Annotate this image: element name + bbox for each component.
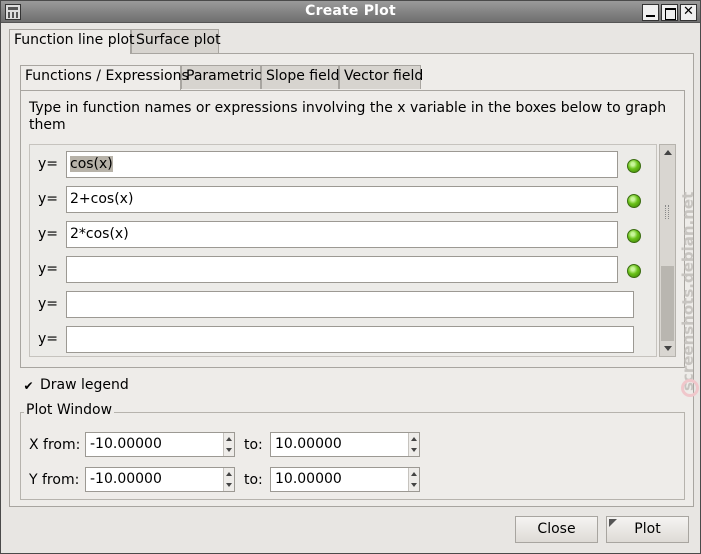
close-window-button[interactable]: ✕ — [680, 4, 697, 21]
y-label: y= — [38, 226, 59, 242]
active-indicator-icon — [627, 194, 641, 208]
scroll-thumb[interactable] — [661, 266, 674, 341]
functions-panel: Type in function names or expressions in… — [20, 90, 685, 368]
draw-legend-label: Draw legend — [40, 377, 129, 393]
y-range-row: Y from: -10.00000 to: 10.00000 — [21, 467, 686, 494]
y-to-value: 10.00000 — [275, 471, 342, 487]
function-row: y= 2*cos(x) — [30, 218, 656, 253]
plot-window-group: Plot Window X from: -10.00000 to: 10.000… — [20, 402, 686, 500]
minimize-button[interactable] — [642, 4, 659, 21]
x-from-value: -10.00000 — [90, 436, 162, 452]
tab-label: Surface plot — [136, 32, 221, 48]
close-button[interactable]: Close — [515, 516, 598, 543]
tab-label: Vector field — [344, 68, 424, 84]
tab-slope-field[interactable]: Slope field — [261, 65, 340, 89]
function-input[interactable] — [66, 326, 634, 353]
tab-function-line-plot[interactable]: Function line plot — [9, 29, 135, 54]
function-input[interactable] — [66, 256, 618, 283]
tab-label: Slope field — [266, 68, 340, 84]
maximize-button[interactable] — [661, 4, 678, 21]
function-input[interactable]: cos(x) — [66, 151, 618, 178]
tab-parametric[interactable]: Parametric — [181, 65, 262, 89]
function-input[interactable] — [66, 291, 634, 318]
plot-window-title: Plot Window — [24, 402, 115, 418]
x-to-label: to: — [244, 437, 263, 453]
tab-label: Parametric — [186, 68, 262, 84]
active-indicator-icon — [627, 264, 641, 278]
spin-arrows-icon[interactable] — [223, 433, 234, 456]
function-input-value: cos(x) — [70, 156, 113, 172]
function-row: y= — [30, 253, 656, 288]
watermark-text: screenshots.debian.net — [679, 191, 697, 391]
tab-vector-field[interactable]: Vector field — [339, 65, 424, 89]
tab-functions-expressions[interactable]: Functions / Expressions — [20, 65, 189, 90]
tab-label: Function line plot — [14, 32, 135, 48]
y-to-label: to: — [244, 472, 263, 488]
function-list-scrollbar[interactable] — [659, 144, 676, 357]
scroll-down-arrow-icon[interactable] — [662, 343, 673, 354]
function-line-plot-panel: Functions / Expressions Parametric Slope… — [9, 53, 694, 507]
window-title: Create Plot — [305, 3, 396, 19]
active-indicator-icon — [627, 229, 641, 243]
tab-surface-plot[interactable]: Surface plot — [131, 29, 221, 53]
scroll-up-arrow-icon[interactable] — [662, 147, 673, 158]
y-label: y= — [38, 296, 59, 312]
spin-arrows-icon[interactable] — [408, 468, 419, 491]
function-row: y= cos(x) — [30, 148, 656, 183]
instructions-text: Type in function names or expressions in… — [29, 100, 667, 133]
spin-arrows-icon[interactable] — [408, 433, 419, 456]
function-input[interactable]: 2*cos(x) — [66, 221, 618, 248]
y-label: y= — [38, 191, 59, 207]
y-label: y= — [38, 156, 59, 172]
x-to-spinbox[interactable]: 10.00000 — [270, 432, 420, 457]
active-indicator-icon — [627, 159, 641, 173]
x-range-row: X from: -10.00000 to: 10.00000 — [21, 432, 686, 459]
title-bar[interactable]: Create Plot ✕ — [1, 1, 700, 23]
debian-logo-icon — [681, 379, 699, 397]
create-plot-window: Create Plot ✕ Function line plot Surface… — [0, 0, 701, 554]
y-label: y= — [38, 331, 59, 347]
draw-legend-checkbox[interactable]: ✔ — [22, 380, 35, 393]
scroll-grip-icon — [665, 205, 669, 219]
y-from-value: -10.00000 — [90, 471, 162, 487]
x-from-spinbox[interactable]: -10.00000 — [85, 432, 235, 457]
y-from-spinbox[interactable]: -10.00000 — [85, 467, 235, 492]
spin-arrows-icon[interactable] — [223, 468, 234, 491]
y-to-spinbox[interactable]: 10.00000 — [270, 467, 420, 492]
function-input[interactable]: 2+cos(x) — [66, 186, 618, 213]
function-row: y= 2+cos(x) — [30, 183, 656, 218]
x-from-label: X from: — [29, 437, 81, 453]
tab-label: Functions / Expressions — [25, 68, 189, 84]
y-label: y= — [38, 261, 59, 277]
y-from-label: Y from: — [29, 472, 80, 488]
function-row: y= — [30, 323, 656, 356]
function-row: y= — [30, 288, 656, 323]
function-list: y= cos(x) y= 2+cos(x) y= 2*cos(x) y= y= … — [29, 144, 657, 357]
x-to-value: 10.00000 — [275, 436, 342, 452]
plot-button[interactable]: Plot — [606, 516, 689, 543]
